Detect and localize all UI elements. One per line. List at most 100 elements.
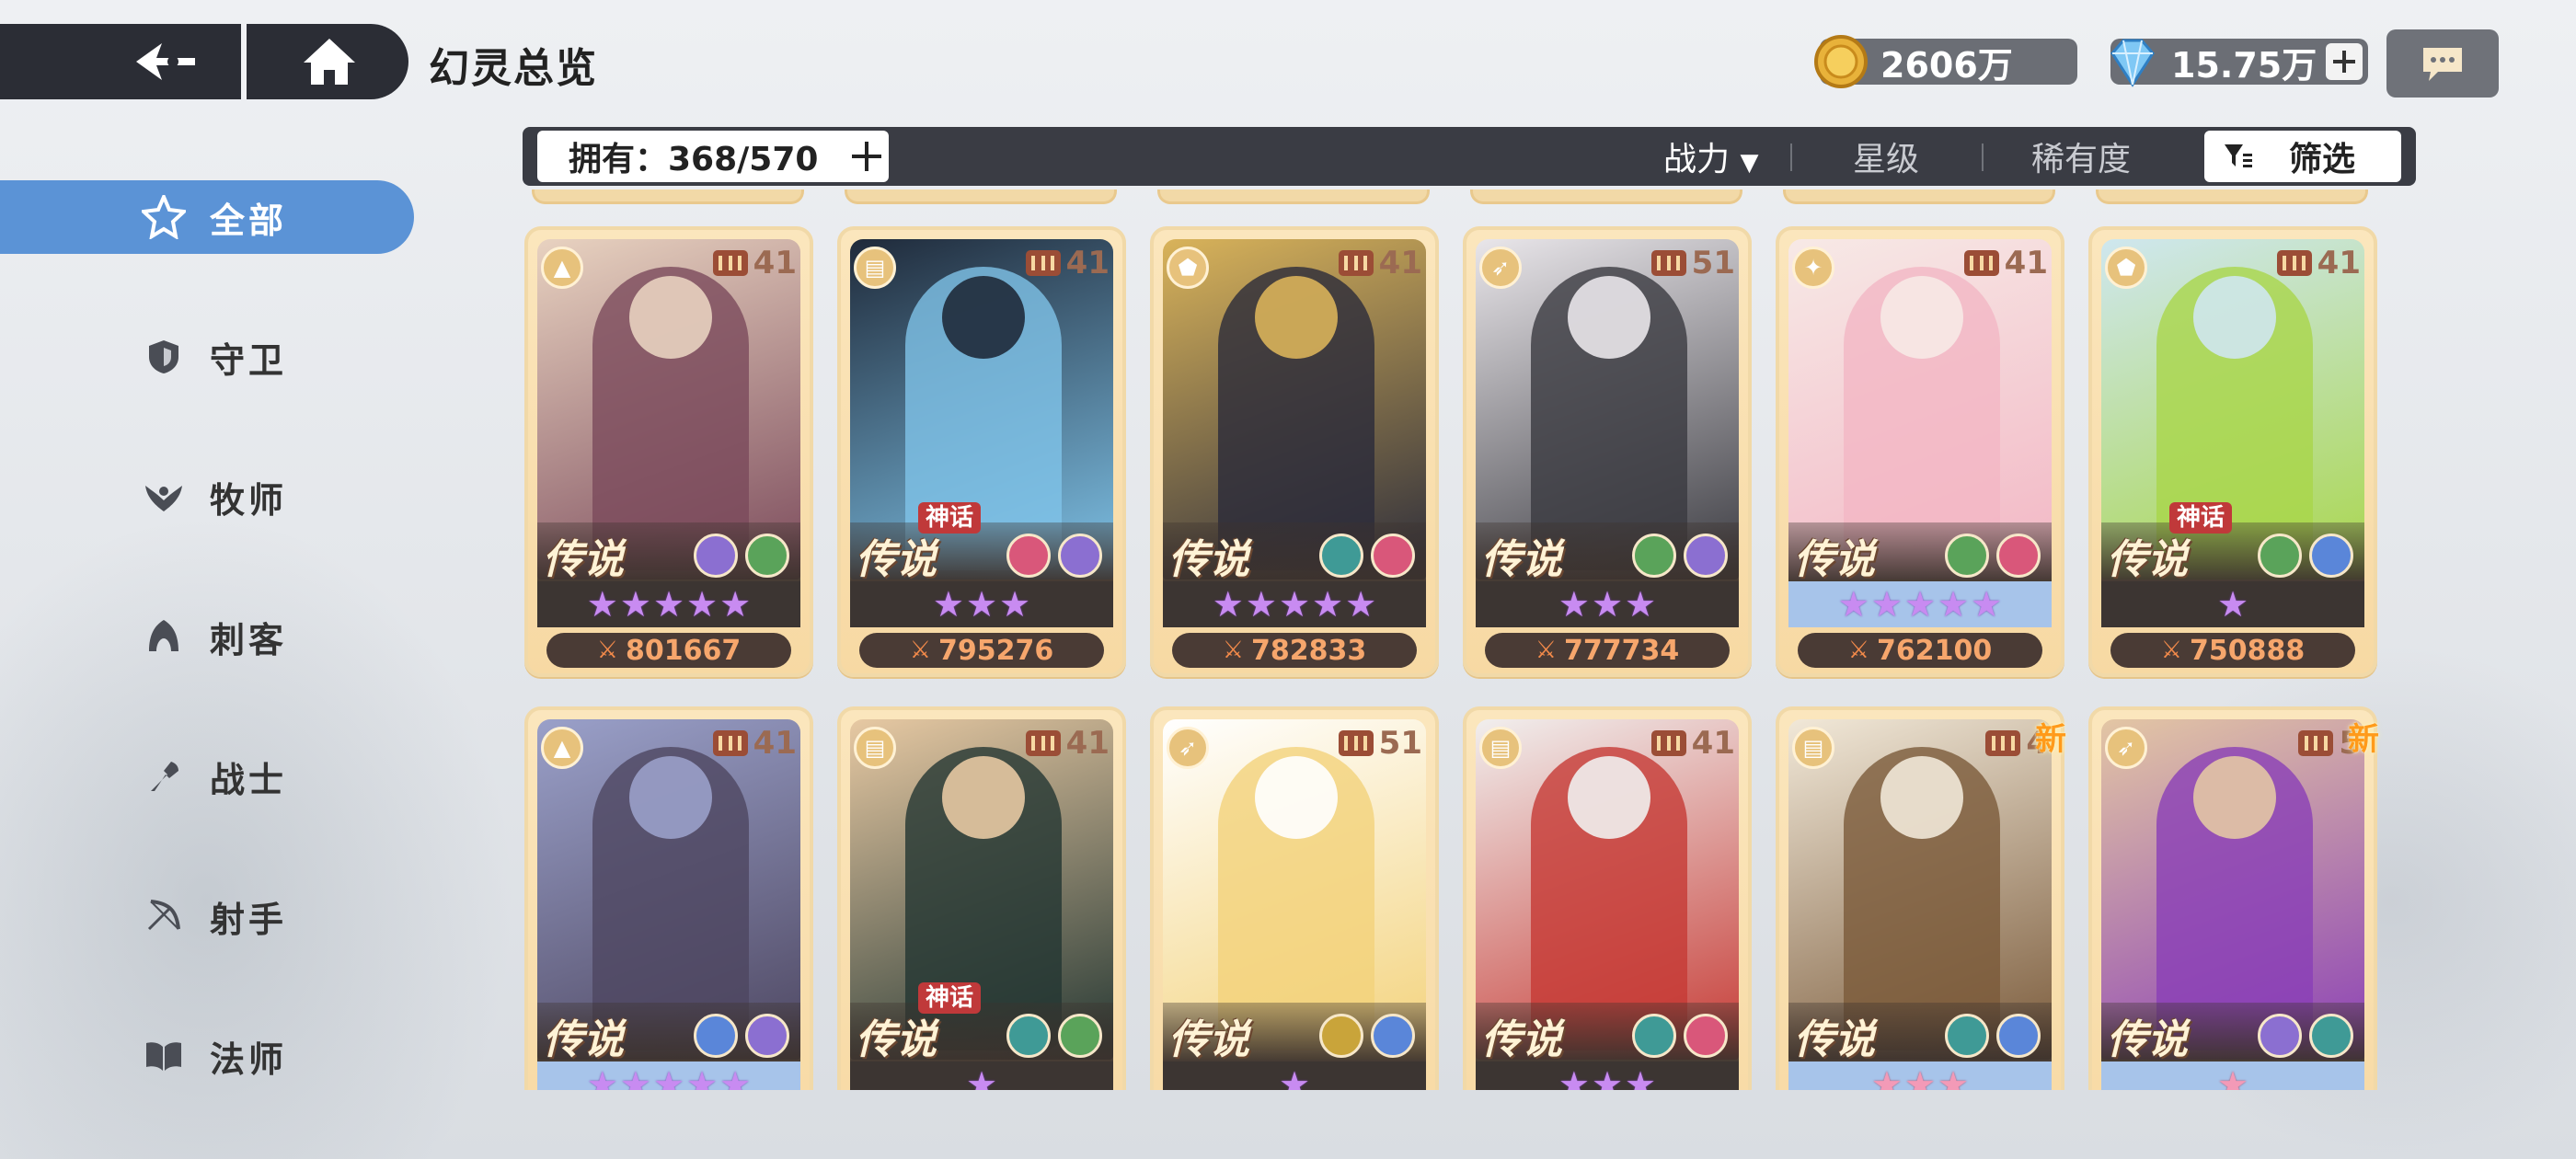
sort-by-power[interactable]: 战力 ▼	[1663, 132, 1758, 180]
sidebar-item-label: 牧师	[210, 479, 288, 521]
rank-label: 传说	[543, 1016, 624, 1063]
gold-wing-icon	[1319, 1014, 1363, 1058]
sort-divider	[1790, 143, 1792, 171]
diamond-icon	[2110, 39, 2155, 87]
hero-card[interactable]: ✦ 41 传说 ★ ★ ★ ★ ★ ⚔ 762100	[1776, 226, 2064, 677]
all-star-icon	[142, 195, 186, 239]
hero-head	[942, 756, 1025, 839]
sidebar-item-archer[interactable]: 射手	[0, 879, 414, 953]
star-rating: ★ ★ ★	[850, 581, 1113, 627]
power-value: 801667	[626, 634, 742, 667]
back-button[interactable]	[120, 31, 212, 92]
gold-counter: 2606万	[1814, 35, 2077, 88]
hero-head	[1255, 756, 1338, 839]
star-icon: ★	[586, 1064, 618, 1090]
star-rating: ★ ★ ★	[1476, 1061, 1739, 1090]
hero-card[interactable]: ▤ 4 新传说 ★ ★ ★	[1776, 706, 2066, 1090]
sidebar-item-all[interactable]: 全部	[0, 180, 414, 254]
crossed-swords-icon: ⚔	[1222, 637, 1245, 664]
level-value: 41	[2004, 245, 2048, 281]
star-icon: ★	[686, 584, 719, 625]
pink-swirl-icon	[1006, 534, 1051, 578]
hero-card-grid[interactable]: ▲ 41 传说 ★ ★ ★ ★ ★ ⚔ 801667 ▤ 41 传说 神话 ★ ★ ★ ⚔ 795276 ⬟ 41 传说 ★…	[515, 189, 2410, 1090]
gold-coin-icon	[1814, 35, 1868, 88]
filter-button[interactable]: 筛选	[2204, 131, 2401, 182]
hero-level: 41	[2276, 245, 2361, 281]
rank-label: 传说	[2107, 1016, 2188, 1063]
sort-power-label: 战力	[1663, 141, 1731, 178]
sidebar-item-warrior[interactable]: 战士	[0, 740, 414, 813]
add-gems-button[interactable]	[2326, 43, 2363, 80]
hero-card[interactable]: ➶ 51 传说 ★	[1150, 706, 1439, 1090]
green-leaf-icon	[2258, 534, 2302, 578]
star-rating: ★	[2101, 581, 2364, 627]
star-rating: ★	[850, 1061, 1113, 1090]
sidebar-item-assassin[interactable]: 刺客	[0, 600, 414, 673]
blue-star-icon	[1996, 1014, 2041, 1058]
hero-card[interactable]: ▤ 41 传说 神话 ★	[837, 706, 1126, 1090]
sidebar-item-label: 全部	[210, 200, 288, 241]
crossed-swords-icon: ⚔	[909, 637, 932, 664]
hero-card[interactable]: ➶ 51 传说 ★ ★ ★ ⚔ 777734	[1463, 226, 1752, 677]
rank-label: 传说	[1168, 1016, 1249, 1063]
star-icon: ★	[1212, 584, 1244, 625]
gem-counter: 15.75万	[2110, 39, 2368, 87]
hero-card[interactable]: ▤ 41 传说 ★ ★ ★	[1463, 706, 1752, 1090]
power-value: 795276	[938, 634, 1054, 667]
chat-button[interactable]	[2386, 29, 2499, 98]
combat-power: ⚔ 795276	[859, 633, 1104, 668]
blue-star-icon	[694, 1014, 738, 1058]
sidebar-item-mage[interactable]: 法师	[0, 1019, 414, 1093]
mage-icon: ▤	[1792, 727, 1834, 769]
level-value: 41	[753, 725, 797, 762]
pink-swirl-icon	[1371, 534, 1415, 578]
owned-count-box[interactable]: 拥有：368/570	[537, 131, 889, 182]
owned-count: 拥有：368/570	[569, 141, 819, 178]
hero-card[interactable]: ⬟ 41 传说 ★ ★ ★ ★ ★ ⚔ 782833	[1150, 226, 1439, 677]
archer-icon: ➶	[2105, 727, 2147, 769]
level-bars-icon	[2276, 250, 2312, 276]
teal-infinity-icon	[1319, 534, 1363, 578]
hero-card[interactable]: ▲ 41 传说 ★ ★ ★ ★ ★	[524, 706, 813, 1090]
star-icon: ★	[1837, 584, 1869, 625]
hero-level: 41	[1338, 245, 1422, 281]
home-button[interactable]	[285, 31, 374, 92]
hero-level: 51	[1338, 725, 1422, 762]
star-icon: ★	[719, 1064, 752, 1090]
star-rating: ★ ★ ★ ★ ★	[537, 1061, 800, 1090]
hero-card[interactable]: ⬟ 41 传说 神话 ★ ⚔ 750888	[2088, 226, 2377, 677]
sort-divider	[1982, 143, 1984, 171]
star-icon: ★	[1591, 1064, 1624, 1090]
hero-head	[629, 756, 712, 839]
priest-icon: ✦	[1792, 247, 1834, 289]
rank-label: 传说	[2107, 536, 2188, 583]
sidebar-item-label: 守卫	[210, 339, 288, 381]
star-rating: ★	[1163, 1061, 1426, 1090]
rank-label: 传说	[856, 1016, 937, 1063]
teal-infinity-icon	[1632, 1014, 1676, 1058]
combat-power: ⚔ 801667	[546, 633, 791, 668]
level-bars-icon	[1338, 250, 1374, 276]
star-icon: ★	[965, 584, 998, 625]
blue-star-icon	[2309, 534, 2353, 578]
star-icon: ★	[586, 584, 618, 625]
sort-by-star[interactable]: 星级	[1853, 132, 1919, 180]
star-icon: ★	[1558, 1064, 1590, 1090]
star-icon: ★	[1345, 584, 1377, 625]
expand-plus-icon[interactable]	[850, 140, 883, 173]
hero-card[interactable]: ➶ 5 新传说 ★	[2088, 706, 2379, 1090]
green-leaf-icon	[1058, 1014, 1102, 1058]
level-bars-icon	[1650, 250, 1686, 276]
sort-by-rarity[interactable]: 稀有度	[2031, 132, 2131, 180]
combat-power: ⚔ 750888	[2110, 633, 2355, 668]
star-icon: ★	[1938, 1064, 1970, 1090]
hero-card[interactable]: ▲ 41 传说 ★ ★ ★ ★ ★ ⚔ 801667	[524, 226, 813, 677]
green-leaf-icon	[1945, 534, 1989, 578]
crossed-swords-icon: ⚔	[1847, 637, 1870, 664]
level-value: 41	[1065, 245, 1110, 281]
sidebar-item-guardian[interactable]: 守卫	[0, 320, 414, 394]
sidebar-item-priest[interactable]: 牧师	[0, 460, 414, 534]
rank-label: 传说	[1794, 1016, 1875, 1063]
star-rating: ★ ★ ★ ★ ★	[537, 581, 800, 627]
hero-card[interactable]: ▤ 41 传说 神话 ★ ★ ★ ⚔ 795276	[837, 226, 1126, 677]
